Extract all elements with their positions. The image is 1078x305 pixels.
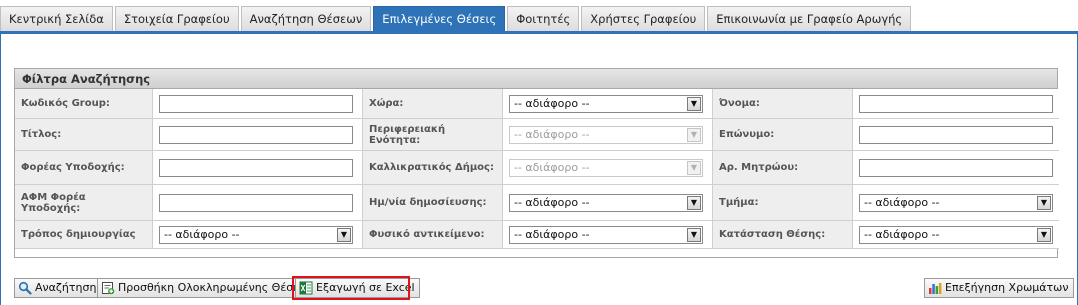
registry-number-label: Αρ. Μητρώου: (713, 151, 853, 185)
position-status-select[interactable]: -- αδιάφορο -- ▼ (859, 225, 1053, 244)
regional-unit-select[interactable]: -- αδιάφορο -- ▼ (509, 125, 703, 144)
department-label: Τμήμα: (713, 185, 853, 221)
tab-office-users[interactable]: Χρήστες Γραφείου (581, 6, 706, 32)
chevron-down-icon: ▼ (687, 160, 701, 175)
first-name-input[interactable] (859, 94, 1053, 113)
last-name-label: Επώνυμο: (713, 119, 853, 151)
host-organization-input[interactable] (159, 158, 353, 177)
export-highlight-box (292, 276, 410, 300)
host-organization-label: Φορέας Υποδοχής: (15, 151, 153, 185)
tab-office-details[interactable]: Στοιχεία Γραφείου (114, 6, 239, 32)
country-select[interactable]: -- αδιάφορο -- ▼ (509, 94, 703, 113)
creation-method-label: Τρόπος δημιουργίας (15, 221, 153, 249)
position-status-label: Κατάσταση Θέσης: (713, 221, 853, 249)
tab-contact-helpdesk[interactable]: Επικοινωνία με Γραφείο Αρωγής (707, 6, 912, 32)
colors-legend-button[interactable]: Επεξήγηση Χρωμάτων (924, 278, 1074, 298)
publication-date-select[interactable]: -- αδιάφορο -- ▼ (509, 193, 703, 212)
group-code-input[interactable] (159, 94, 353, 113)
title-label: Τίτλος: (15, 119, 153, 151)
chevron-down-icon: ▼ (687, 227, 701, 242)
tabs: Κεντρική Σελίδα Στοιχεία Γραφείου Αναζήτ… (0, 6, 913, 32)
host-vat-label: ΑΦΜ Φορέα Υποδοχής: (15, 185, 153, 221)
host-vat-input[interactable] (159, 193, 353, 212)
search-icon (18, 281, 32, 295)
title-input[interactable] (159, 125, 353, 144)
municipality-label: Καλλικρατικός Δήμος: (363, 151, 503, 185)
chevron-down-icon: ▼ (687, 96, 701, 111)
chevron-down-icon: ▼ (687, 127, 701, 142)
search-button[interactable]: Αναζήτηση (14, 278, 102, 298)
chevron-down-icon: ▼ (687, 195, 701, 210)
bar-chart-icon (929, 283, 942, 294)
subject-area-label: Φυσικό αντικείμενο: (363, 221, 503, 249)
add-completed-position-button[interactable]: Προσθήκη Ολοκληρωμένης Θέσης (97, 278, 312, 298)
tab-search-positions[interactable]: Αναζήτηση Θέσεων (240, 6, 372, 32)
tab-students[interactable]: Φοιτητές (507, 6, 580, 32)
tab-bar: Κεντρική Σελίδα Στοιχεία Γραφείου Αναζήτ… (0, 0, 1078, 34)
chevron-down-icon: ▼ (1037, 227, 1051, 242)
tab-selected-positions[interactable]: Επιλεγμένες Θέσεις (373, 6, 506, 32)
department-select[interactable]: -- αδιάφορο -- ▼ (859, 193, 1053, 212)
group-code-label: Κωδικός Group: (15, 89, 153, 119)
subject-area-select[interactable]: -- αδιάφορο -- ▼ (509, 225, 703, 244)
panel-title: Φίλτρα Αναζήτησης (15, 69, 1057, 89)
chevron-down-icon: ▼ (1037, 195, 1051, 210)
registry-number-input[interactable] (859, 158, 1053, 177)
content-left-border (0, 34, 1, 305)
chevron-down-icon: ▼ (337, 227, 351, 242)
regional-unit-label: Περιφερειακή Ενότητα: (363, 119, 503, 151)
municipality-select[interactable]: -- αδιάφορο -- ▼ (509, 158, 703, 177)
creation-method-select[interactable]: -- αδιάφορο -- ▼ (159, 225, 353, 244)
search-filters-panel: Φίλτρα Αναζήτησης Κωδικός Group: Χώρα: -… (14, 68, 1059, 258)
publication-date-label: Ημ/νία δημοσίευσης: (363, 185, 503, 221)
last-name-input[interactable] (859, 125, 1053, 144)
add-document-icon (102, 282, 115, 295)
tab-underline (0, 31, 1078, 34)
country-label: Χώρα: (363, 89, 503, 119)
filters-grid: Κωδικός Group: Χώρα: -- αδιάφορο -- ▼ Όνο… (15, 89, 1059, 249)
first-name-label: Όνομα: (713, 89, 853, 119)
tab-home[interactable]: Κεντρική Σελίδα (0, 6, 113, 32)
